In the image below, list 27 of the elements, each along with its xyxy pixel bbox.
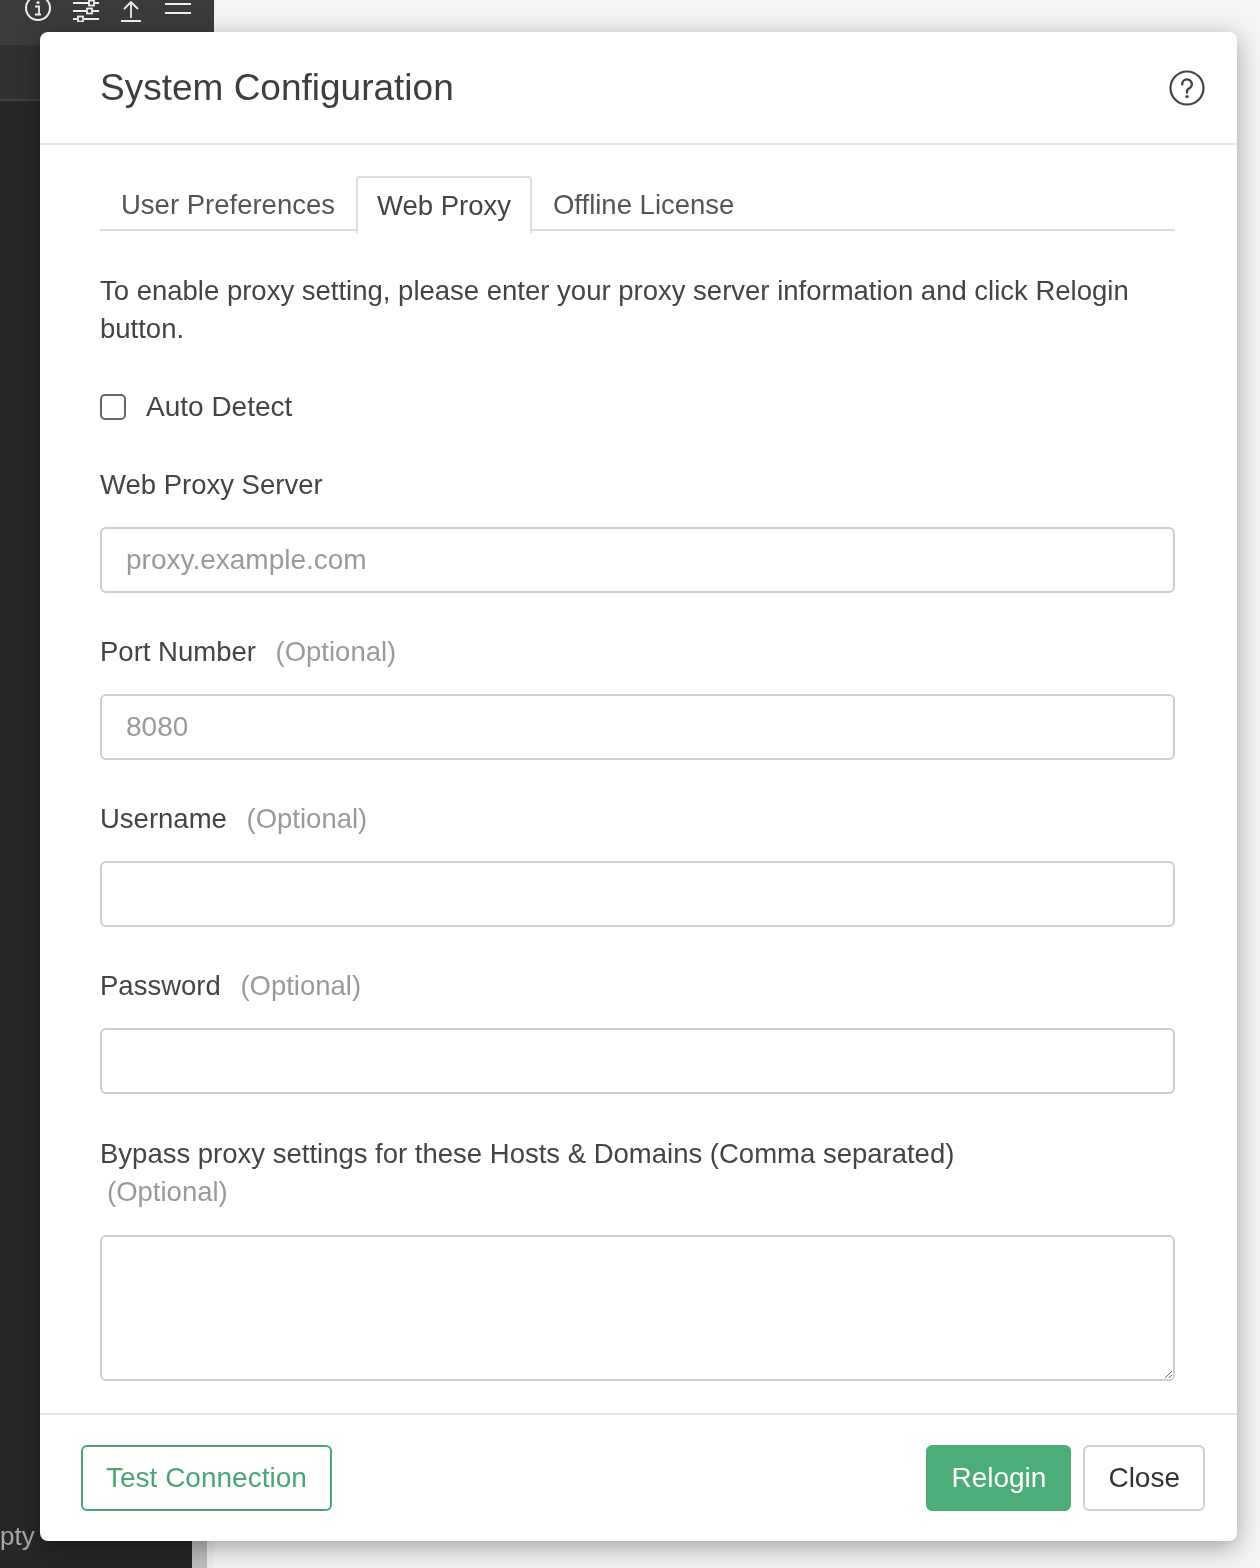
- optional-hint: (Optional): [107, 1175, 228, 1209]
- field-label: Bypass proxy settings for these Hosts & Domains (Comma separated): [100, 1138, 955, 1169]
- result-text: pty: [0, 1520, 35, 1552]
- close-button[interactable]: Close: [1083, 1445, 1205, 1511]
- tab[interactable]: User Preferences: [100, 176, 356, 231]
- tab[interactable]: Web Proxy: [356, 176, 532, 233]
- upload-icon[interactable]: [120, 0, 142, 22]
- auto-detect-checkbox[interactable]: [100, 394, 126, 420]
- optional-hint: (Optional): [275, 636, 397, 667]
- field-label: Username: [100, 803, 227, 834]
- field-label: Web Proxy Server: [100, 469, 323, 500]
- info-icon[interactable]: [24, 0, 52, 22]
- optional-hint: (Optional): [246, 803, 368, 834]
- field-label: Port Number: [100, 636, 256, 667]
- sliders-icon[interactable]: [72, 0, 100, 22]
- tab[interactable]: Offline License: [531, 176, 756, 231]
- text-field[interactable]: 8080: [100, 694, 1175, 760]
- help-icon[interactable]: [1169, 69, 1205, 106]
- description-text: To enable proxy setting, please enter your proxy server information and click Relogin button.: [100, 274, 1130, 346]
- text-field[interactable]: [100, 1028, 1175, 1094]
- auto-detect-label[interactable]: Auto Detect: [146, 391, 293, 423]
- text-field[interactable]: proxy.example.com: [100, 527, 1175, 593]
- optional-hint: (Optional): [240, 970, 362, 1001]
- text-field[interactable]: [100, 861, 1175, 927]
- textarea-field[interactable]: [100, 1235, 1175, 1381]
- dialog-title: System Configuration: [100, 66, 454, 109]
- field-label: Password: [100, 970, 221, 1001]
